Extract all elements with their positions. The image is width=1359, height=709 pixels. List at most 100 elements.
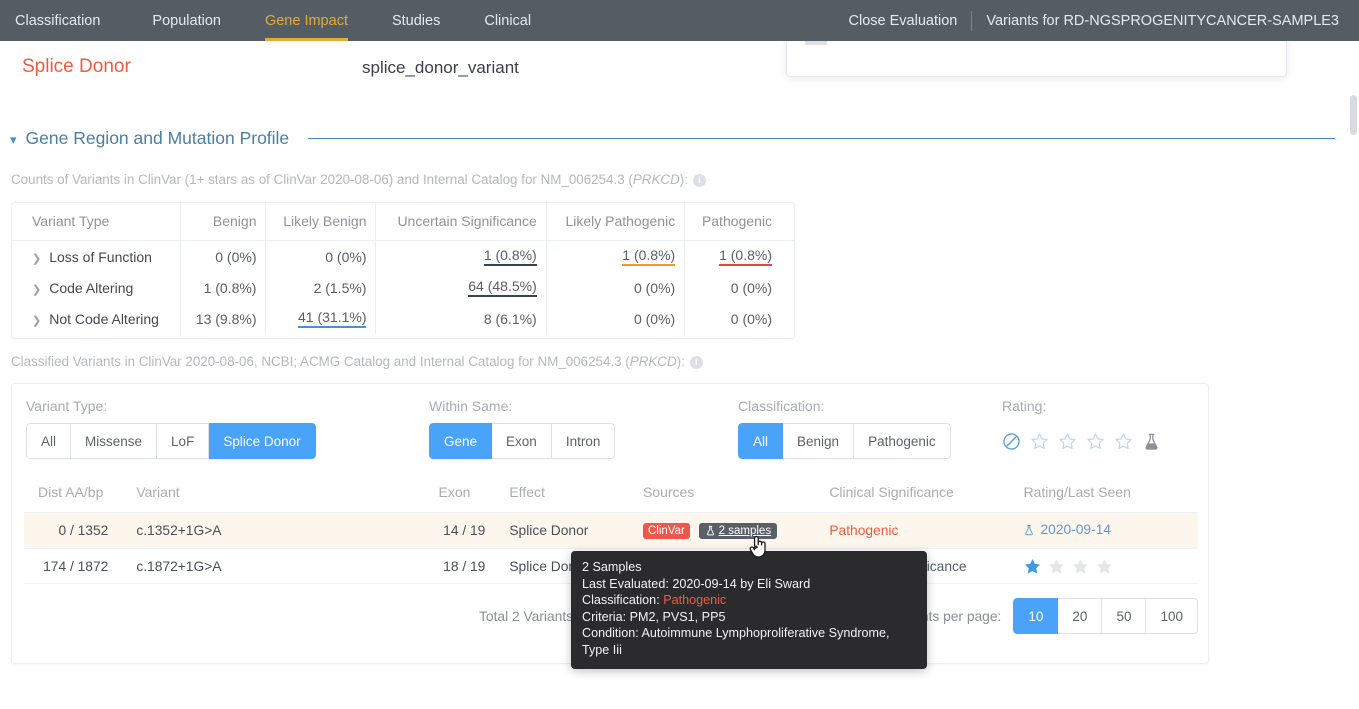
samples-badge-label: 2 samples bbox=[718, 524, 772, 537]
pagination-controls: Variants per page: 10 20 50 100 bbox=[890, 598, 1198, 634]
col-effect: Effect bbox=[509, 484, 545, 500]
tooltip-classification-label: Classification: bbox=[582, 593, 660, 608]
per-page-option-20[interactable]: 20 bbox=[1058, 598, 1103, 634]
tooltip-classification-value: Pathogenic bbox=[663, 593, 727, 608]
info-icon[interactable]: i bbox=[689, 356, 703, 369]
section-divider-rule bbox=[308, 138, 1335, 139]
chevron-right-icon[interactable]: ❯ bbox=[32, 284, 41, 296]
col-sources: Sources bbox=[642, 484, 695, 500]
classification-option-all[interactable]: All bbox=[738, 423, 784, 459]
tab-gene-impact[interactable]: Gene Impact bbox=[243, 0, 370, 41]
tab-classification-label: Classification bbox=[15, 12, 101, 29]
counts-cell: 0 (0%) bbox=[546, 303, 686, 334]
counts-cell-value: 0 (0%) bbox=[730, 279, 772, 296]
per-page-option-10[interactable]: 10 bbox=[1013, 598, 1059, 634]
classification-option-benign[interactable]: Benign bbox=[783, 423, 855, 459]
filter-within-same: Within Same: Gene Exon Intron bbox=[429, 398, 616, 459]
cell-significance: Pathogenic bbox=[829, 523, 899, 538]
classified-caption-pre: Classified Variants in ClinVar 2020-08-0… bbox=[11, 354, 630, 369]
filter-variant-type-label: Variant Type: bbox=[26, 398, 108, 414]
counts-cell-value: 0 (0%) bbox=[633, 310, 676, 327]
counts-row-type: Loss of Function bbox=[49, 248, 152, 265]
within-same-option-exon[interactable]: Exon bbox=[492, 423, 552, 459]
samples-badge[interactable]: 2 samples bbox=[698, 522, 778, 539]
counts-table-body: ❯ Loss of Function 0 (0%) 0 (0%) 1 (0.8%)… bbox=[12, 240, 794, 334]
variant-type-option-all[interactable]: All bbox=[26, 423, 72, 459]
filter-variant-type: Variant Type: All Missense LoF Splice Do… bbox=[26, 398, 316, 459]
star-filled-icon[interactable] bbox=[1023, 557, 1042, 576]
page-scrollbar-track[interactable] bbox=[1349, 41, 1359, 709]
within-same-option-intron[interactable]: Intron bbox=[551, 423, 616, 459]
counts-row-type: Not Code Altering bbox=[49, 310, 159, 327]
counts-row-label[interactable]: ❯ Loss of Function bbox=[12, 240, 181, 272]
flask-icon[interactable] bbox=[1142, 432, 1161, 451]
counts-cell: 2 (1.5%) bbox=[265, 272, 377, 303]
cell-dist: 174 / 1872 bbox=[43, 558, 109, 574]
counts-cell: 0 (0%) bbox=[265, 240, 377, 272]
per-page-option-50[interactable]: 50 bbox=[1102, 598, 1147, 634]
variant-counts-table: Variant Type Benign Likely Benign Uncert… bbox=[12, 203, 794, 334]
star-empty-icon[interactable] bbox=[1095, 557, 1114, 576]
counts-cell-value: 0 (0%) bbox=[215, 248, 257, 265]
variant-type-option-splice-donor[interactable]: Splice Donor bbox=[209, 423, 316, 459]
tab-clinical[interactable]: Clinical bbox=[462, 0, 553, 41]
tab-classification[interactable]: Classification bbox=[0, 0, 130, 41]
sample-title[interactable]: Variants for RD-NGSPROGENITYCANCER-SAMPL… bbox=[972, 0, 1353, 41]
star-outline-icon[interactable] bbox=[1086, 432, 1105, 451]
variant-type-option-missense[interactable]: Missense bbox=[71, 423, 158, 459]
cell-variant[interactable]: c.1352+1G>A bbox=[122, 523, 426, 538]
star-outline-icon[interactable] bbox=[1030, 432, 1049, 451]
classified-caption-post: ): bbox=[676, 354, 685, 369]
counts-cell-value: 0 (0%) bbox=[325, 248, 367, 265]
counts-cell: 8 (6.1%) bbox=[375, 303, 547, 334]
classification-option-pathogenic[interactable]: Pathogenic bbox=[854, 423, 951, 459]
counts-col-benign: Benign bbox=[180, 203, 267, 241]
star-outline-icon[interactable] bbox=[1058, 432, 1077, 451]
counts-cell: 0 (0%) bbox=[685, 272, 794, 303]
star-empty-icon[interactable] bbox=[1071, 557, 1090, 576]
counts-caption: Counts of Variants in ClinVar (1+ stars … bbox=[11, 172, 706, 187]
counts-cell-value: 1 (0.8%) bbox=[203, 279, 257, 296]
within-same-option-gene[interactable]: Gene bbox=[429, 423, 493, 459]
per-page-option-100[interactable]: 100 bbox=[1146, 598, 1198, 634]
flask-icon bbox=[706, 526, 714, 536]
counts-cell: 0 (0%) bbox=[546, 272, 686, 303]
table-row[interactable]: 0 / 1352 c.1352+1G>A 14 / 19 Splice Dono… bbox=[24, 512, 1198, 548]
counts-cell: 1 (0.8%) bbox=[375, 240, 547, 272]
counts-header-row: Variant Type Benign Likely Benign Uncert… bbox=[12, 203, 794, 241]
counts-row-not-code-altering[interactable]: ❯ Not Code Altering 13 (9.8%) 41 (31.1%) … bbox=[12, 303, 794, 334]
counts-row-label[interactable]: ❯ Not Code Altering bbox=[12, 303, 181, 334]
counts-row-loss-of-function[interactable]: ❯ Loss of Function 0 (0%) 0 (0%) 1 (0.8%)… bbox=[12, 240, 794, 273]
cell-variant[interactable]: c.1872+1G>A bbox=[122, 559, 426, 574]
classification-button-group: All Benign Pathogenic bbox=[738, 423, 951, 459]
info-icon[interactable]: i bbox=[692, 174, 706, 187]
tab-studies-label: Studies bbox=[391, 12, 441, 29]
no-entry-icon[interactable] bbox=[1002, 432, 1021, 451]
counts-cell-value: 41 (31.1%) bbox=[298, 309, 367, 328]
chevron-right-icon[interactable]: ❯ bbox=[32, 253, 41, 265]
variant-type-option-lof[interactable]: LoF bbox=[157, 423, 210, 459]
variant-consequence: splice_donor_variant bbox=[362, 58, 519, 77]
close-evaluation-button[interactable]: Close Evaluation bbox=[835, 0, 972, 41]
counts-cell: 41 (31.1%) bbox=[265, 303, 377, 334]
chevron-down-icon[interactable]: ▾ bbox=[10, 133, 17, 146]
clinvar-badge[interactable]: ClinVar bbox=[642, 522, 690, 539]
tab-population[interactable]: Population bbox=[130, 0, 243, 41]
star-empty-icon[interactable] bbox=[1047, 557, 1066, 576]
counts-cell-value: 64 (48.5%) bbox=[468, 278, 537, 297]
counts-cell-value: 1 (0.8%) bbox=[719, 247, 772, 266]
counts-cell-value: 0 (0%) bbox=[633, 279, 676, 296]
samples-tooltip: 2 Samples Last Evaluated: 2020-09-14 by … bbox=[571, 545, 927, 669]
col-rating-last-seen: Rating/Last Seen bbox=[1023, 484, 1131, 500]
counts-cell: 13 (9.8%) bbox=[180, 303, 267, 334]
star-outline-icon[interactable] bbox=[1114, 432, 1133, 451]
counts-row-label[interactable]: ❯ Code Altering bbox=[12, 272, 181, 303]
last-seen-value[interactable]: 2020-09-14 bbox=[1023, 522, 1111, 537]
chevron-right-icon[interactable]: ❯ bbox=[32, 315, 41, 327]
page-scrollbar-thumb[interactable] bbox=[1350, 95, 1357, 135]
star-rating[interactable] bbox=[1023, 557, 1198, 576]
counts-row-code-altering[interactable]: ❯ Code Altering 1 (0.8%) 2 (1.5%) 64 (48.… bbox=[12, 272, 794, 303]
counts-cell-value: 1 (0.8%) bbox=[483, 247, 537, 266]
counts-cell: 1 (0.8%) bbox=[685, 241, 794, 273]
tab-studies[interactable]: Studies bbox=[370, 0, 462, 41]
